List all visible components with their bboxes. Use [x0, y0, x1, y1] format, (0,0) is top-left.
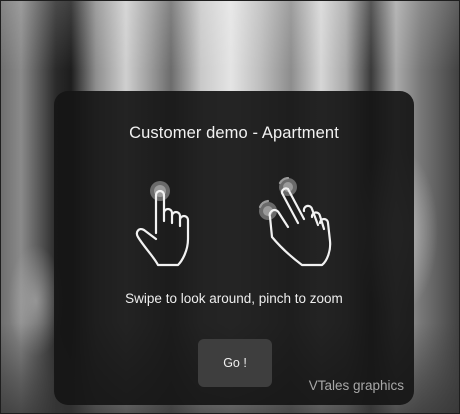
pinch-gesture-icon — [258, 177, 332, 267]
intro-dialog: Customer demo - Apartment Swipe to look … — [54, 91, 414, 405]
viewer-frame: Customer demo - Apartment Swipe to look … — [0, 0, 460, 414]
brand-label: VTales graphics — [308, 378, 404, 393]
gesture-hint-text: Swipe to look around, pinch to zoom — [125, 291, 343, 306]
background-top-light — [1, 1, 459, 71]
swipe-gesture-icon — [135, 181, 190, 267]
go-button[interactable]: Go ! — [198, 339, 272, 387]
dialog-title: Customer demo - Apartment — [129, 124, 339, 142]
